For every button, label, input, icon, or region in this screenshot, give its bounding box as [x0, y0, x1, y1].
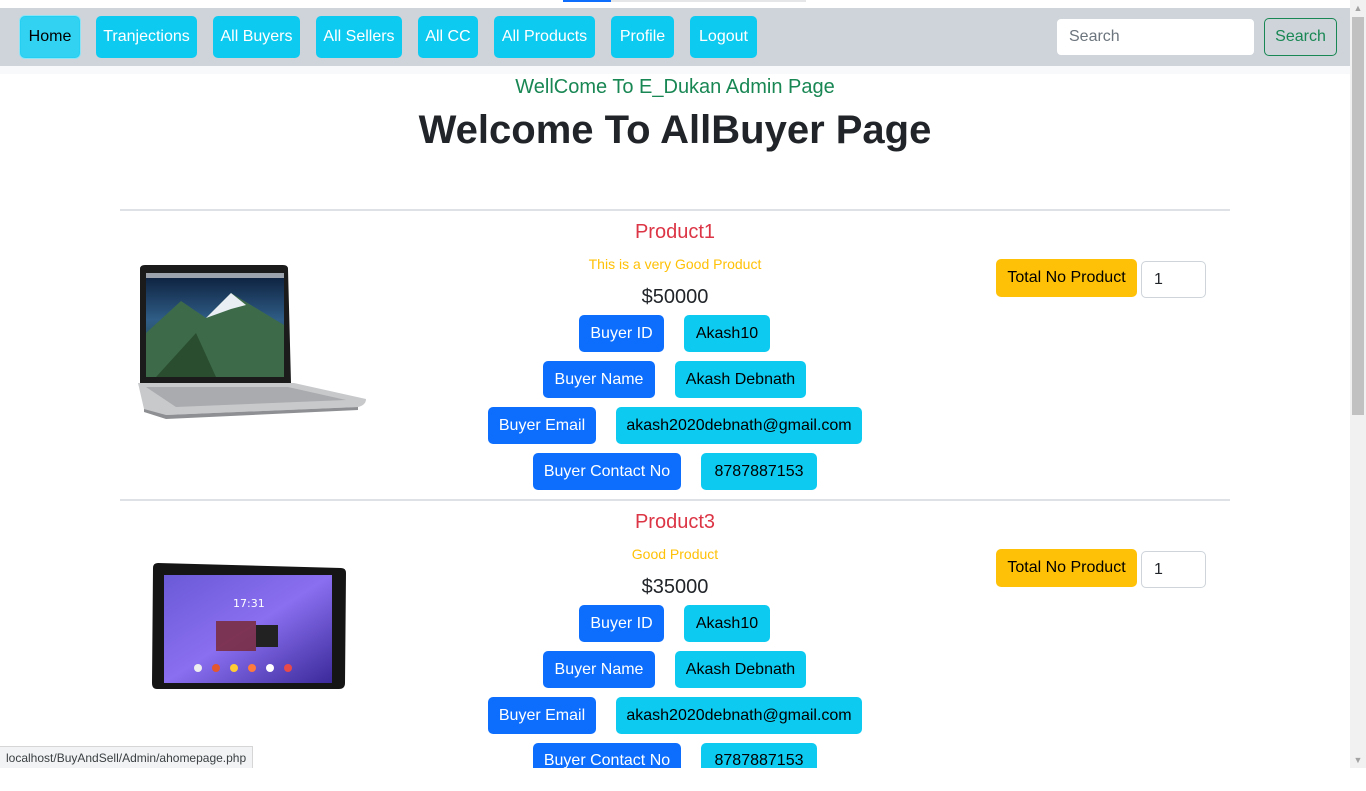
vertical-scrollbar[interactable]: ▲ ▼: [1350, 0, 1366, 768]
admin-heading: WellCome To E_Dukan Admin Page: [515, 76, 835, 98]
top-navbar: Home Tranjections All Buyers All Sellers…: [0, 8, 1350, 66]
buyer-name-label-button[interactable]: Buyer Name: [543, 651, 655, 688]
buyer-id-label-button[interactable]: Buyer ID: [579, 605, 664, 642]
nav-logout-button[interactable]: Logout: [690, 16, 757, 58]
nav-all-sellers-button[interactable]: All Sellers: [316, 16, 402, 58]
navbar-shadow: [0, 66, 1350, 74]
product-name: Product1: [634, 221, 716, 243]
laptop-image: [138, 265, 366, 419]
nav-home-button[interactable]: Home: [20, 16, 80, 58]
scroll-up-arrow-icon[interactable]: ▲: [1350, 0, 1366, 16]
status-bar-url: localhost/BuyAndSell/Admin/ahomepage.php: [0, 746, 254, 768]
buyer-email-label-button[interactable]: Buyer Email: [488, 697, 596, 734]
nav-all-cc-button[interactable]: All CC: [418, 16, 478, 58]
buyer-email-value-button[interactable]: akash2020debnath@gmail.com: [616, 697, 862, 734]
browser-tab-strip: [0, 0, 1350, 8]
search-input[interactable]: Search: [1056, 18, 1255, 56]
buyer-contact-label-button[interactable]: Buyer Contact No: [533, 453, 681, 490]
nav-all-buyers-button[interactable]: All Buyers: [213, 16, 300, 58]
nav-tranjections-button[interactable]: Tranjections: [96, 16, 197, 58]
search-button[interactable]: Search: [1264, 18, 1337, 56]
product-card: 17:31 Product3 Good Product $35000 Buyer…: [120, 501, 1230, 791]
quantity-input[interactable]: 1: [1141, 551, 1206, 588]
total-no-product-button[interactable]: Total No Product: [996, 549, 1137, 587]
product-name: Product3: [634, 511, 716, 533]
buyer-name-value-button[interactable]: Akash Debnath: [675, 361, 806, 398]
quantity-input[interactable]: 1: [1141, 261, 1206, 298]
nav-profile-button[interactable]: Profile: [611, 16, 674, 58]
tablet-image: 17:31: [152, 563, 346, 689]
scroll-down-arrow-icon[interactable]: ▼: [1350, 752, 1366, 768]
tab-indicator: [611, 0, 806, 2]
active-tab-indicator: [563, 0, 611, 2]
buyer-name-value-button[interactable]: Akash Debnath: [675, 651, 806, 688]
buyer-id-value-button[interactable]: Akash10: [684, 315, 770, 352]
buyer-email-value-button[interactable]: akash2020debnath@gmail.com: [616, 407, 862, 444]
product-price: $50000: [641, 286, 709, 308]
buyer-id-label-button[interactable]: Buyer ID: [579, 315, 664, 352]
tablet-clock: 17:31: [233, 597, 265, 610]
product-price: $35000: [641, 576, 709, 598]
product-description: Good Product: [631, 546, 719, 562]
buyer-contact-label-button[interactable]: Buyer Contact No: [533, 743, 681, 769]
product-description: This is a very Good Product: [588, 256, 762, 272]
nav-all-products-button[interactable]: All Products: [494, 16, 595, 58]
buyer-contact-value-button[interactable]: 8787887153: [701, 453, 817, 490]
scrollbar-thumb[interactable]: [1352, 17, 1364, 415]
buyer-contact-value-button[interactable]: 8787887153: [701, 743, 817, 769]
product-card: Product1 This is a very Good Product $50…: [120, 211, 1230, 501]
total-no-product-button[interactable]: Total No Product: [996, 259, 1137, 297]
buyer-name-label-button[interactable]: Buyer Name: [543, 361, 655, 398]
buyer-email-label-button[interactable]: Buyer Email: [488, 407, 596, 444]
buyer-id-value-button[interactable]: Akash10: [684, 605, 770, 642]
page-title: Welcome To AllBuyer Page: [418, 108, 932, 152]
